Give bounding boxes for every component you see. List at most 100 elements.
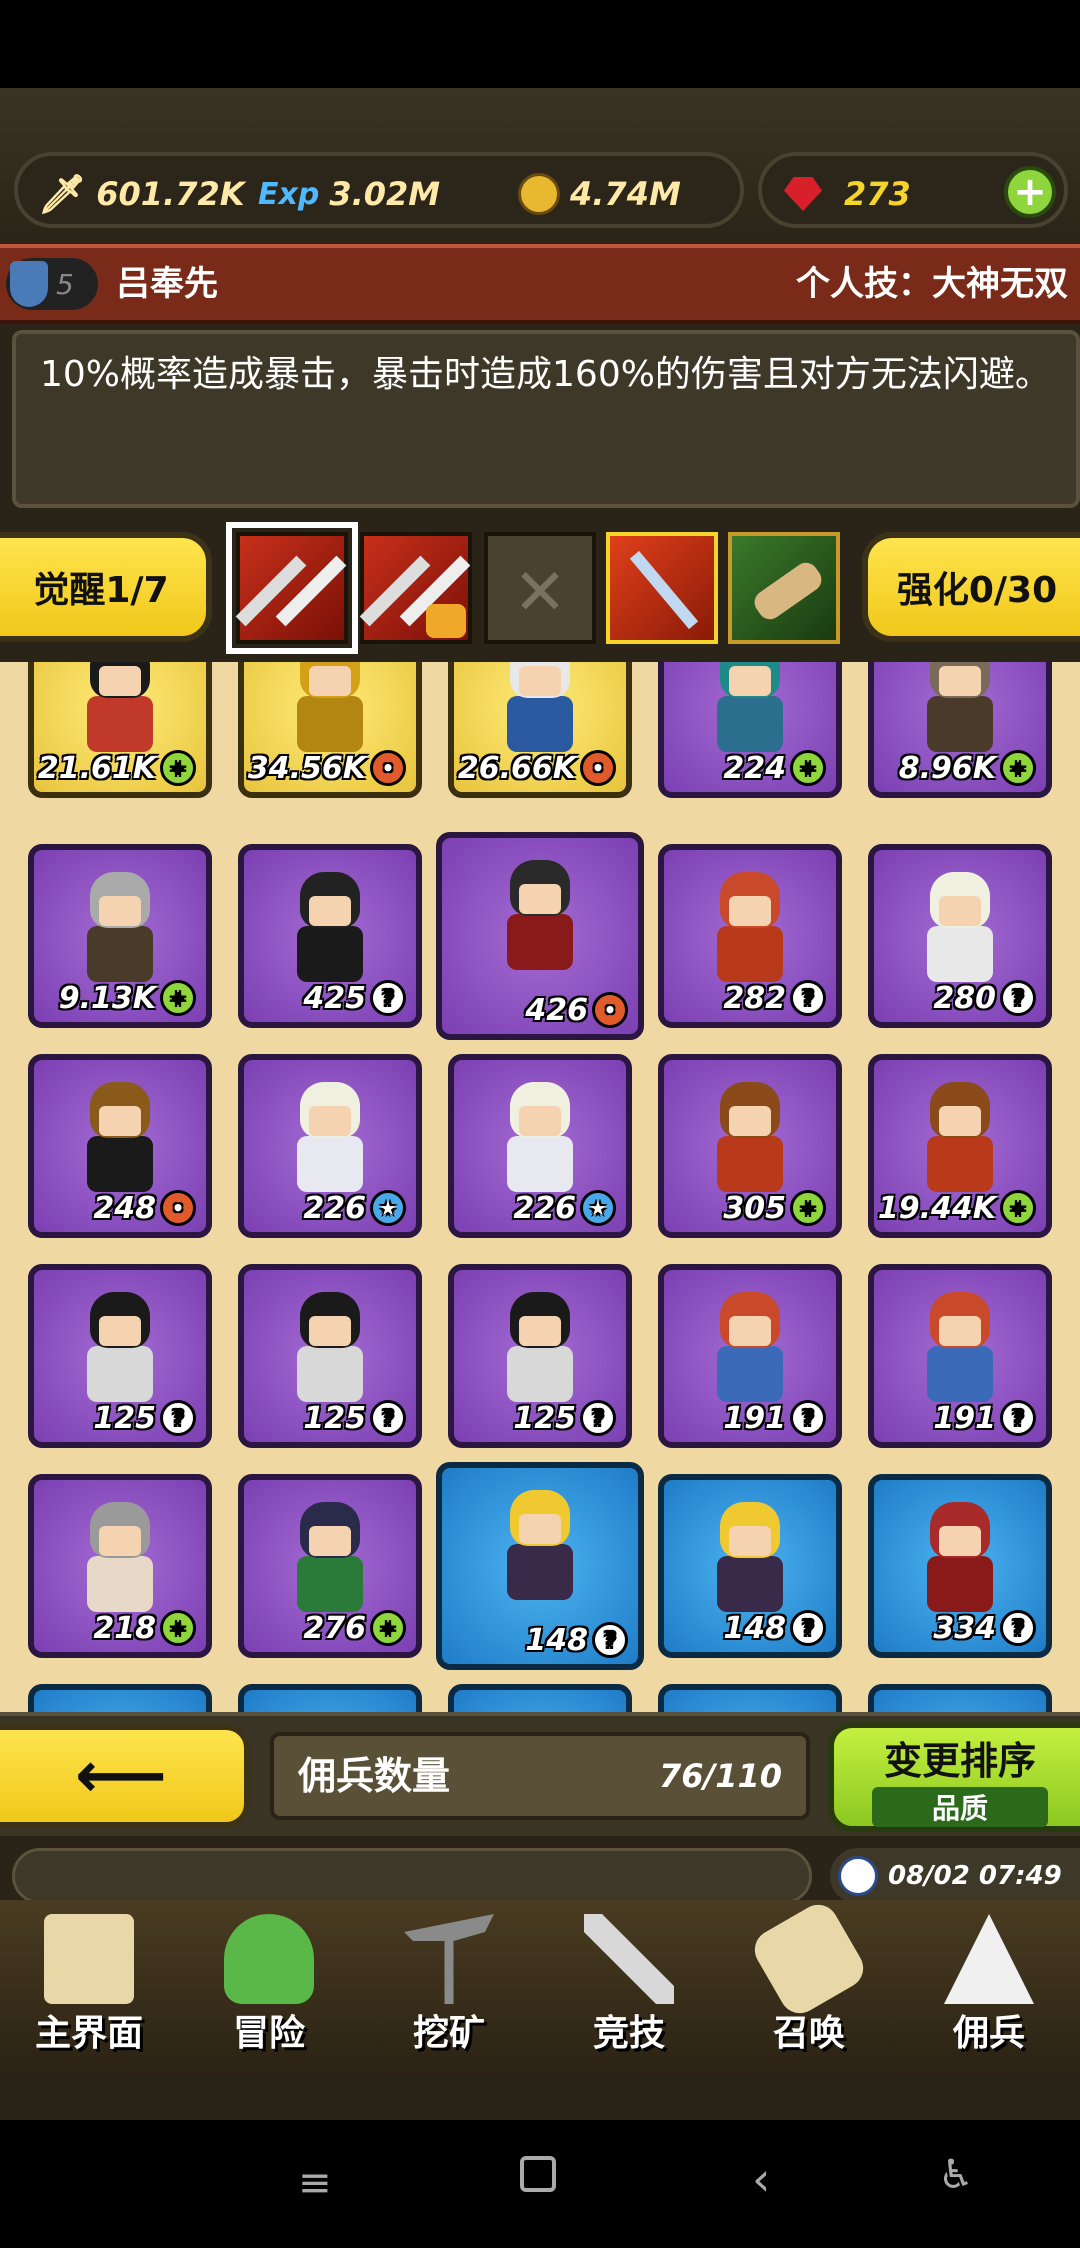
menu-icon[interactable]: ≡ bbox=[298, 2160, 332, 2206]
level-text: 425 bbox=[303, 980, 366, 1016]
skill-slot-4[interactable] bbox=[606, 532, 718, 644]
mercenary-card-partial[interactable] bbox=[28, 1684, 212, 1712]
mercenary-card[interactable]: 191? bbox=[868, 1264, 1052, 1448]
nav-item-island[interactable]: 冒险 bbox=[180, 1900, 358, 2076]
nav-label: 冒险 bbox=[232, 2013, 305, 2054]
tent-icon bbox=[944, 1914, 1034, 2004]
ruby-icon bbox=[784, 177, 822, 211]
back-button[interactable]: ⟵ bbox=[0, 1724, 250, 1828]
mercenary-card[interactable]: 305 + bbox=[658, 1054, 842, 1238]
mercenary-card[interactable]: 125? bbox=[238, 1264, 422, 1448]
mercenary-level: 280? bbox=[933, 980, 1036, 1016]
mercenary-card[interactable]: 148? bbox=[436, 1462, 644, 1670]
mercenary-card[interactable]: 19.44K + bbox=[868, 1054, 1052, 1238]
nav-item-tent[interactable]: 佣兵 bbox=[900, 1900, 1078, 2076]
exp-resource: Exp 3.02M bbox=[258, 156, 440, 232]
mercenary-level: 426 • bbox=[525, 992, 628, 1028]
mercenary-portrait bbox=[919, 1292, 1001, 1402]
mercenary-card-partial[interactable] bbox=[868, 1684, 1052, 1712]
mercenary-card-partial[interactable] bbox=[448, 1684, 632, 1712]
nav-label: 召唤 bbox=[772, 2013, 845, 2054]
mercenary-card[interactable]: 334? bbox=[868, 1474, 1052, 1658]
status-badge: ? bbox=[592, 1622, 628, 1658]
nav-item-map-scroll[interactable]: 主界面 bbox=[0, 1900, 178, 2076]
main-nav: 主界面 冒险 挖矿 竞技 召唤 佣兵 bbox=[0, 1897, 1080, 2076]
mercenary-level: 9.13K + bbox=[59, 980, 196, 1016]
mercenary-card[interactable]: 191? bbox=[658, 1264, 842, 1448]
mercenary-card[interactable]: 276 + bbox=[238, 1474, 422, 1658]
mercenary-card[interactable]: 26.66K • bbox=[448, 662, 632, 798]
enhance-button[interactable]: 强化0/30 bbox=[862, 532, 1080, 642]
mercenary-card-partial[interactable] bbox=[658, 1684, 842, 1712]
hero-rank-shield-icon: 5 bbox=[6, 258, 98, 310]
mercenary-portrait bbox=[79, 1292, 161, 1402]
pickaxe-icon bbox=[404, 1914, 494, 2004]
awaken-label: 觉醒1/7 bbox=[33, 570, 169, 611]
nav-label: 挖矿 bbox=[412, 2013, 485, 2054]
mercenary-card[interactable]: 226 ★ bbox=[448, 1054, 632, 1238]
skill-slot-2[interactable] bbox=[359, 532, 472, 644]
accessibility-icon[interactable]: ♿ bbox=[938, 2152, 974, 2198]
mercenary-card[interactable]: 9.13K + bbox=[28, 844, 212, 1028]
mercenary-level: 26.66K • bbox=[458, 750, 616, 786]
level-text: 148 bbox=[723, 1610, 786, 1646]
mercenary-card[interactable]: 224 + bbox=[658, 662, 842, 798]
mercenary-card[interactable]: 34.56K • bbox=[238, 662, 422, 798]
level-text: 21.61K bbox=[37, 750, 156, 786]
mercenary-portrait bbox=[79, 662, 161, 752]
mercenary-count-panel: 佣兵数量 76/110 bbox=[270, 1732, 810, 1820]
mercenary-portrait bbox=[709, 1082, 791, 1192]
status-badge: + bbox=[370, 1610, 406, 1646]
mercenary-card[interactable]: 425? bbox=[238, 844, 422, 1028]
mercenary-card[interactable]: 218 + bbox=[28, 1474, 212, 1658]
mercenary-card[interactable]: 280? bbox=[868, 844, 1052, 1028]
skill-slot-1[interactable] bbox=[226, 522, 358, 654]
clock: 08/02 07:49 bbox=[830, 1848, 1080, 1904]
hero-name-bar: 5 吕奉先 个人技：大神无双 bbox=[0, 244, 1080, 324]
status-badge: ★ bbox=[580, 1190, 616, 1226]
mercenary-portrait bbox=[289, 662, 371, 752]
mercenary-card[interactable]: 282? bbox=[658, 844, 842, 1028]
status-badge: ? bbox=[160, 1400, 196, 1436]
mercenary-portrait bbox=[499, 1490, 581, 1600]
mercenary-card[interactable]: 426 • bbox=[436, 832, 644, 1040]
mercenary-level: 191? bbox=[933, 1400, 1036, 1436]
mercenary-card[interactable]: 148? bbox=[658, 1474, 842, 1658]
mercenary-portrait bbox=[919, 1082, 1001, 1192]
level-text: 305 bbox=[723, 1190, 786, 1226]
status-badge: + bbox=[160, 1610, 196, 1646]
status-badge: ? bbox=[370, 980, 406, 1016]
gold-resource: 4.74M bbox=[518, 156, 681, 232]
mercenary-card[interactable]: 125? bbox=[28, 1264, 212, 1448]
nav-item-summon-scroll[interactable]: 召唤 bbox=[720, 1897, 898, 2076]
mercenary-portrait bbox=[499, 1082, 581, 1192]
status-badge: + bbox=[790, 1190, 826, 1226]
map-scroll-icon bbox=[44, 1914, 134, 2004]
mercenary-portrait bbox=[709, 1502, 791, 1612]
mercenary-card[interactable]: 8.96K + bbox=[868, 662, 1052, 798]
home-icon[interactable] bbox=[520, 2156, 556, 2192]
mercenary-grid[interactable]: 21.61K +34.56K • 26.66K • 224 +8.96K +9.13K +425… bbox=[0, 662, 1080, 1712]
status-badge: + bbox=[160, 980, 196, 1016]
mercenary-level: 148? bbox=[723, 1610, 826, 1646]
nav-item-pickaxe[interactable]: 挖矿 bbox=[360, 1900, 538, 2076]
mercenary-card[interactable]: 226 ★ bbox=[238, 1054, 422, 1238]
awaken-button[interactable]: 觉醒1/7 bbox=[0, 532, 212, 642]
mercenary-card-partial[interactable] bbox=[238, 1684, 422, 1712]
change-sort-button[interactable]: 变更排序 品质 bbox=[828, 1722, 1080, 1832]
resource-bar: 🗡 601.72K Exp 3.02M 4.74M bbox=[14, 152, 744, 228]
add-gems-button[interactable]: + bbox=[1004, 166, 1056, 218]
mercenary-card[interactable]: 125? bbox=[448, 1264, 632, 1448]
mercenary-card[interactable]: 21.61K + bbox=[28, 662, 212, 798]
mercenary-level: 282? bbox=[723, 980, 826, 1016]
mercenary-portrait bbox=[709, 1292, 791, 1402]
mercenary-portrait bbox=[709, 662, 791, 752]
level-text: 34.56K bbox=[247, 750, 366, 786]
nav-item-crossed-swords[interactable]: 竞技 bbox=[540, 1900, 718, 2076]
back-icon[interactable]: ‹ bbox=[752, 2152, 770, 2206]
mercenary-card[interactable]: 248 • bbox=[28, 1054, 212, 1238]
skill-slot-5[interactable] bbox=[728, 532, 840, 644]
level-text: 226 bbox=[303, 1190, 366, 1226]
status-badge: + bbox=[1000, 1190, 1036, 1226]
mercenary-level: 191? bbox=[723, 1400, 826, 1436]
